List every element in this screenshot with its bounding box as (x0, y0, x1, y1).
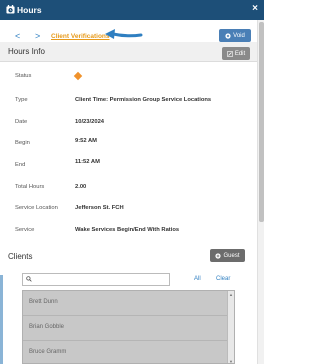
add-guest-button[interactable]: Guest (210, 249, 245, 262)
client-search-input[interactable] (34, 275, 168, 285)
void-button-label: Void (233, 32, 245, 39)
client-name: Brian Gobble (29, 324, 65, 330)
search-icon (26, 276, 32, 284)
status-indicator-icon (73, 71, 83, 81)
type-label: Type (15, 97, 28, 103)
clients-title: Clients (8, 252, 33, 261)
scroll-up-icon[interactable]: ▲ (229, 292, 233, 297)
section-accent-bar (0, 275, 3, 364)
total-hours-label: Total Hours (15, 184, 45, 190)
hours-info-header: Hours Info (0, 42, 257, 62)
list-scrollbar[interactable]: ▲ ▼ (227, 291, 234, 363)
scrollbar-thumb[interactable] (259, 22, 264, 222)
date-label: Date (15, 119, 28, 125)
close-icon[interactable]: × (252, 4, 258, 14)
scroll-down-icon[interactable]: ▼ (229, 359, 233, 363)
begin-label: Begin (15, 140, 30, 146)
hours-info-title: Hours Info (8, 47, 45, 56)
service-location-value: Jefferson St. FCH (75, 205, 124, 211)
service-value: Wake Services Begin/End With Ratios (75, 227, 180, 233)
client-name: Bruce Gramm (29, 349, 67, 355)
clock-icon (6, 5, 15, 14)
previous-record-button[interactable]: < (15, 31, 20, 41)
list-item[interactable]: Brett Dunn (23, 291, 228, 316)
list-item[interactable]: Brian Gobble (23, 316, 228, 341)
next-record-button[interactable]: > (35, 31, 40, 41)
type-value: Client Time: Permission Group Service Lo… (75, 97, 212, 103)
service-label: Service (15, 227, 35, 233)
guest-button-label: Guest (223, 252, 240, 259)
client-verifications-link[interactable]: Client Verifications (51, 33, 110, 40)
window-title: Hours (17, 5, 42, 15)
begin-value: 9:52 AM (75, 138, 98, 144)
pencil-icon (227, 50, 233, 57)
client-search-box[interactable] (22, 273, 170, 286)
end-value: 11:52 AM (75, 159, 100, 165)
edit-button[interactable]: Edit (222, 47, 250, 60)
client-name: Brett Dunn (29, 299, 58, 305)
end-label: End (15, 162, 26, 168)
window-titlebar: Hours × (0, 0, 264, 20)
select-all-link[interactable]: All (194, 276, 201, 282)
void-button[interactable]: Void (219, 29, 251, 42)
clear-selection-link[interactable]: Clear (216, 276, 230, 282)
hours-dialog-content: < > Client Verifications Void Hours Info… (0, 20, 257, 364)
plus-icon (215, 252, 222, 259)
total-hours-value: 2.00 (75, 184, 87, 190)
status-label: Status (15, 73, 32, 79)
x-circle-icon (225, 32, 231, 39)
edit-button-label: Edit (234, 50, 246, 57)
list-item[interactable]: Bruce Gramm (23, 341, 228, 363)
date-value: 10/23/2024 (75, 119, 105, 125)
dialog-scrollbar[interactable] (257, 20, 264, 364)
service-location-label: Service Location (15, 205, 58, 211)
client-list[interactable]: Brett Dunn Brian Gobble Bruce Gramm ▲ ▼ (22, 290, 235, 364)
